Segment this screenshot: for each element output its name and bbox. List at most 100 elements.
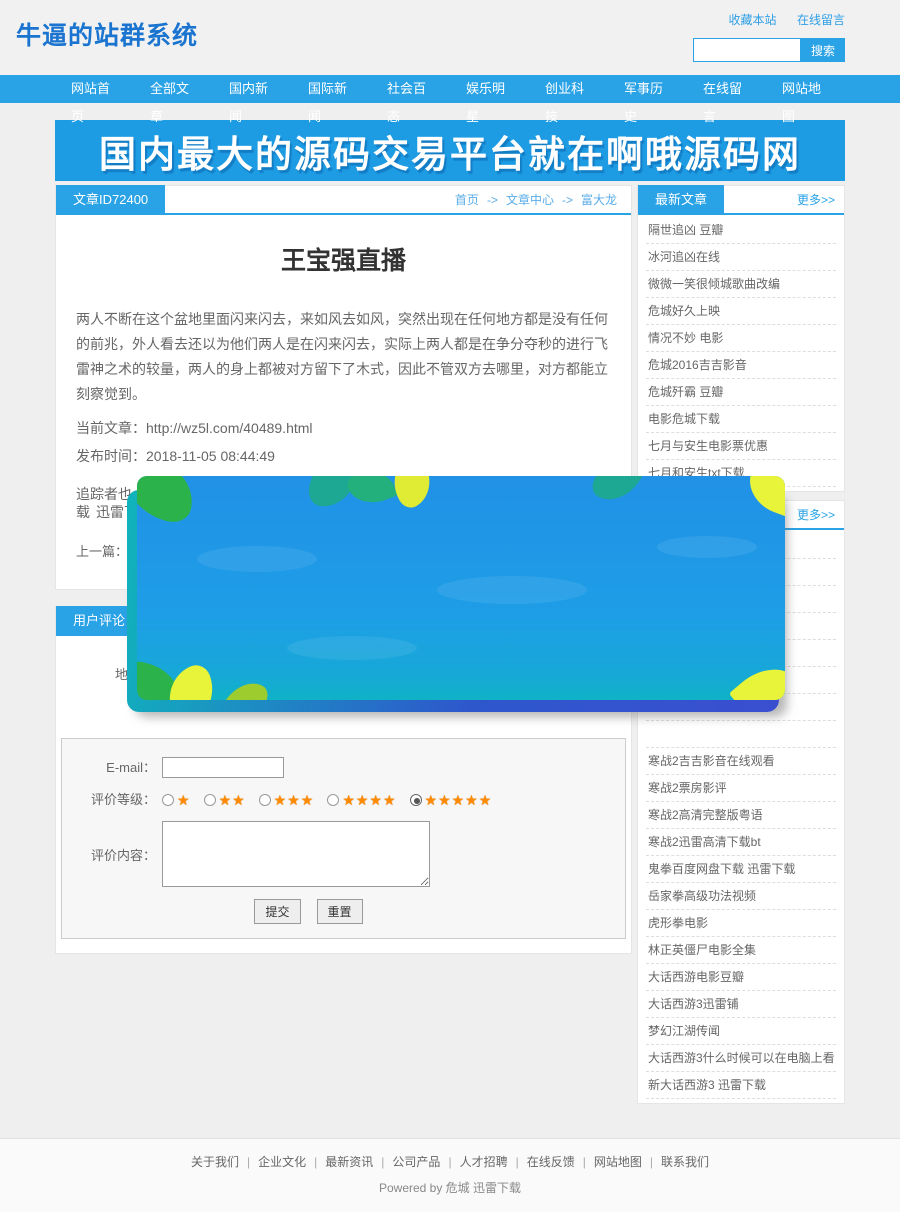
sidebar-article-link[interactable]: 大话西游3什么时候可以在电脑上看 [648, 1051, 834, 1065]
sidebar-article-link[interactable]: 寒战2迅雷高清下载bt [648, 835, 834, 849]
star-icon: ★ [177, 792, 191, 808]
cloud-shape [197, 546, 317, 572]
rating-option-5[interactable]: ★★★★★ [410, 792, 493, 808]
latest-more-link[interactable]: 更多>> [797, 191, 844, 208]
article-url: 当前文章：http://wz5l.com/40489.html [76, 421, 611, 435]
list-item: 岳家拳高级功法视频 [646, 883, 836, 910]
footer-separator: | [314, 1155, 317, 1169]
list-item: 隔世追凶 豆瓣 [646, 217, 836, 244]
email-field[interactable] [162, 757, 284, 778]
footer-link-1[interactable]: 企业文化 [258, 1155, 306, 1169]
popup-ad[interactable] [137, 476, 785, 700]
sidebar-article-link[interactable]: 大话西游电影豆瓣 [648, 970, 834, 984]
sidebar-article-link[interactable]: 寒战2吉吉影音在线观看 [648, 754, 834, 768]
reset-button[interactable]: 重置 [317, 899, 363, 924]
list-item: 新大话西游3 迅雷下载 [646, 1072, 836, 1099]
breadcrumb-link-0[interactable]: 首页 [455, 193, 479, 207]
radio-button[interactable] [259, 794, 271, 806]
sidebar-article-link[interactable]: 危城好久上映 [648, 304, 834, 318]
article-publish-time: 发布时间：2018-11-05 08:44:49 [76, 449, 611, 463]
rating-option-3[interactable]: ★★★ [259, 792, 315, 808]
footer-link-2[interactable]: 最新资讯 [325, 1155, 373, 1169]
latest-articles-list: 隔世追凶 豆瓣冰河追凶在线微微一笑很倾城歌曲改编危城好久上映情况不妙 电影危城2… [638, 215, 844, 491]
hot-more-link[interactable]: 更多>> [797, 506, 844, 523]
list-item: 梦幻江湖传闻 [646, 1018, 836, 1045]
article-text: 两人不断在这个盆地里面闪来闪去，来如风去如风，突然出现在任何地方都是没有任何的前… [76, 307, 611, 407]
footer-link-4[interactable]: 人才招聘 [460, 1155, 508, 1169]
search-input[interactable] [693, 38, 801, 62]
cloud-shape [437, 576, 587, 604]
rating-option-4[interactable]: ★★★★ [327, 792, 396, 808]
sidebar-article-link[interactable]: 虎形拳电影 [648, 916, 834, 930]
banner-ad[interactable]: 国内最大的源码交易平台就在啊哦源码网 [55, 120, 845, 181]
rating-option-2[interactable]: ★★ [204, 792, 246, 808]
breadcrumb-link-2[interactable]: 富大龙 [581, 193, 617, 207]
list-item: 寒战2迅雷高清下载bt [646, 829, 836, 856]
sidebar-article-link[interactable]: 危城2016吉吉影音 [648, 358, 834, 372]
footer-link-5[interactable]: 在线反馈 [527, 1155, 575, 1169]
leaf-icon [741, 476, 785, 517]
sidebar-article-link[interactable]: 鬼拳百度网盘下载 迅雷下载 [648, 862, 834, 876]
footer-separator: | [516, 1155, 519, 1169]
list-item: 危城歼霸 豆瓣 [646, 379, 836, 406]
list-item: 虎形拳电影 [646, 910, 836, 937]
submit-button[interactable]: 提交 [254, 899, 300, 924]
star-icon: ★★★★ [342, 792, 396, 808]
list-item: 危城好久上映 [646, 298, 836, 325]
rating-option-1[interactable]: ★ [162, 792, 191, 808]
sidebar-article-link[interactable]: 微微一笑很倾城歌曲改编 [648, 277, 834, 291]
sidebar-article-link[interactable]: 梦幻江湖传闻 [648, 1024, 834, 1038]
top-link-guestbook[interactable]: 在线留言 [797, 13, 845, 27]
list-item: 冰河追凶在线 [646, 244, 836, 271]
footer-link-6[interactable]: 网站地图 [594, 1155, 642, 1169]
footer-link-0[interactable]: 关于我们 [191, 1155, 239, 1169]
comment-form: E-mail： 评价等级： ★★★★★★★★★★★★★★★ 评价内容： [61, 738, 626, 939]
search-button[interactable]: 搜索 [801, 38, 845, 62]
email-label: E-mail： [62, 757, 162, 779]
leaf-icon [345, 476, 398, 510]
star-icon: ★★ [219, 792, 246, 808]
top-links: 收藏本站 在线留言 [713, 11, 845, 29]
sidebar-article-link[interactable]: 大话西游3迅雷铺 [648, 997, 834, 1011]
latest-articles-title: 最新文章 [638, 185, 724, 214]
footer-separator: | [381, 1155, 384, 1169]
site-logo: 牛逼的站群系统 [16, 0, 198, 75]
comment-content-label: 评价内容： [62, 821, 162, 887]
footer-link-3[interactable]: 公司产品 [392, 1155, 440, 1169]
radio-button[interactable] [410, 794, 422, 806]
breadcrumb-link-1[interactable]: 文章中心 [506, 193, 554, 207]
sidebar-article-link[interactable]: 寒战2票房影评 [648, 781, 834, 795]
cloud-shape [657, 536, 757, 558]
list-item: 情况不妙 电影 [646, 325, 836, 352]
footer-link-7[interactable]: 联系我们 [661, 1155, 709, 1169]
radio-button[interactable] [162, 794, 174, 806]
top-link-favorite[interactable]: 收藏本站 [729, 13, 777, 27]
footer-separator: | [247, 1155, 250, 1169]
sidebar-article-link[interactable]: 隔世追凶 豆瓣 [648, 223, 834, 237]
footer-links: 关于我们|企业文化|最新资讯|公司产品|人才招聘|在线反馈|网站地图|联系我们 [0, 1153, 900, 1170]
leaf-icon [137, 476, 201, 526]
sidebar-article-link[interactable]: 危城歼霸 豆瓣 [648, 385, 834, 399]
sidebar-article-link[interactable]: 电影危城下载 [648, 412, 834, 426]
comment-textarea[interactable] [162, 821, 430, 887]
sidebar-article-link[interactable]: 新大话西游3 迅雷下载 [648, 1078, 834, 1092]
sidebar-article-link[interactable]: 情况不妙 电影 [648, 331, 834, 345]
leaf-icon [216, 673, 272, 700]
star-icon: ★★★★★ [425, 792, 493, 808]
article-title: 王宝强直播 [76, 241, 611, 277]
footer-separator: | [650, 1155, 653, 1169]
footer-separator: | [448, 1155, 451, 1169]
radio-button[interactable] [327, 794, 339, 806]
list-item: 寒战2吉吉影音在线观看 [646, 748, 836, 775]
sidebar-article-link[interactable]: 七月与安生电影票优惠 [648, 439, 834, 453]
radio-button[interactable] [204, 794, 216, 806]
list-item: 鬼拳百度网盘下载 迅雷下载 [646, 856, 836, 883]
list-item: 大话西游3什么时候可以在电脑上看 [646, 1045, 836, 1072]
sidebar-article-link[interactable]: 寒战2高清完整版粤语 [648, 808, 834, 822]
list-item: 大话西游3迅雷铺 [646, 991, 836, 1018]
sidebar-article-link[interactable]: 岳家拳高级功法视频 [648, 889, 834, 903]
sidebar-article-link[interactable]: 冰河追凶在线 [648, 250, 834, 264]
page-footer: 关于我们|企业文化|最新资讯|公司产品|人才招聘|在线反馈|网站地图|联系我们 … [0, 1138, 900, 1212]
sidebar-article-link[interactable]: 林正英僵尸电影全集 [648, 943, 834, 957]
page-header: 牛逼的站群系统 收藏本站 在线留言 搜索 [0, 0, 900, 75]
